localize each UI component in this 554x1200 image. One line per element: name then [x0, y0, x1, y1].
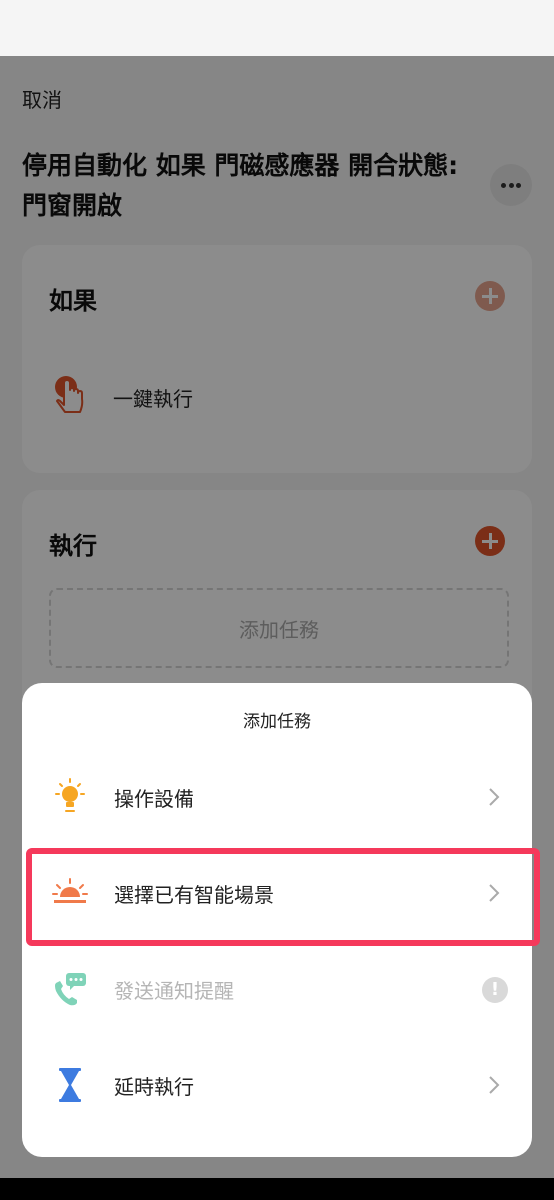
- status-bar: [0, 0, 554, 56]
- phone-message-icon: [55, 973, 86, 1006]
- delay-execution-label: 延時執行: [114, 1075, 194, 1099]
- hourglass-icon: [59, 1068, 81, 1102]
- send-notification-label: 發送通知提醒: [114, 979, 234, 1003]
- operate-device-item[interactable]: 操作設備: [22, 749, 532, 845]
- sheet-title: 添加任務: [243, 712, 311, 732]
- operate-device-label: 操作設備: [114, 787, 194, 811]
- selection-highlight: [26, 848, 540, 946]
- send-notification-item[interactable]: 發送通知提醒 !: [22, 941, 532, 1037]
- chevron-right-icon: [489, 1076, 500, 1094]
- bulb-icon: [55, 778, 85, 812]
- info-icon: !: [482, 977, 508, 1003]
- chevron-right-icon: [489, 788, 500, 806]
- delay-execution-item[interactable]: 延時執行: [22, 1037, 532, 1133]
